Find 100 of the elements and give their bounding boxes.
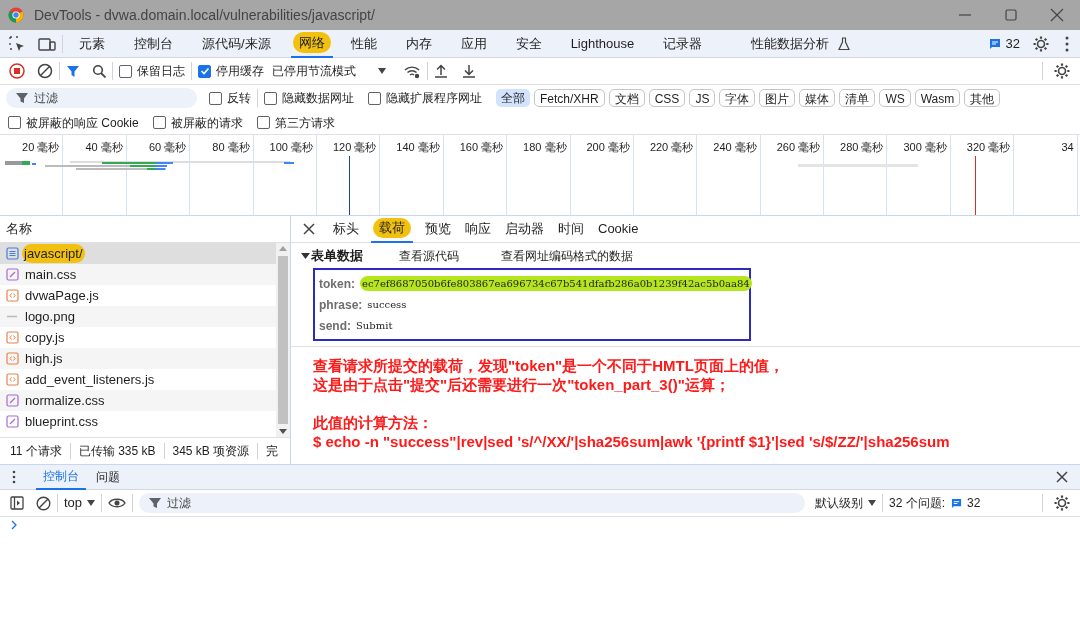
type-filter-chip[interactable]: WS: [879, 89, 911, 107]
drawer-tab[interactable]: 控制台: [36, 464, 86, 490]
type-filter-chip[interactable]: 清单: [839, 89, 876, 107]
detail-tab[interactable]: 预览: [423, 215, 453, 243]
time-tick-label: 100 毫秒: [269, 140, 313, 155]
checkbox[interactable]: [119, 64, 132, 78]
record-button[interactable]: [9, 63, 25, 79]
close-icon[interactable]: [303, 223, 315, 235]
checkbox[interactable]: [209, 91, 222, 105]
filter-icon[interactable]: [66, 64, 80, 78]
type-filter-chip[interactable]: 其他: [964, 89, 1001, 107]
time-tick-label: 320 毫秒: [966, 140, 1011, 155]
inspect-icon[interactable]: [8, 34, 26, 53]
stylesheet-icon: [6, 394, 19, 407]
request-row[interactable]: normalize.css: [0, 390, 276, 411]
script-icon: [6, 331, 19, 344]
time-tick-label: 280 毫秒: [840, 140, 884, 155]
scrollbar[interactable]: [276, 243, 290, 437]
type-filter-chip[interactable]: Fetch/XHR: [534, 89, 605, 107]
field-value: ec7ef8687050b6fe803867ea696734c67b541dfafb286a0b1239f42ac5b0aa84: [360, 276, 752, 291]
status-text: 11 个请求: [10, 443, 62, 460]
checkbox-option[interactable]: 隐藏扩展程序网址: [368, 89, 482, 107]
scroll-down-icon[interactable]: [279, 427, 287, 435]
type-filter-chip[interactable]: CSS: [648, 89, 686, 107]
filter-field[interactable]: 过滤: [6, 88, 197, 108]
type-filter-chip[interactable]: JS: [689, 89, 716, 107]
view-link[interactable]: 查看源代码: [399, 246, 459, 265]
type-filter-chip[interactable]: 文档: [608, 89, 645, 107]
detail-tab[interactable]: 标头: [331, 215, 361, 243]
caret-icon: [301, 251, 310, 260]
window-title: DevTools - dvwa.domain.local/vulnerabilities/javascript/: [34, 5, 376, 25]
issues-badge[interactable]: 32: [951, 494, 981, 512]
type-filter-chip[interactable]: 字体: [719, 89, 756, 107]
script-icon: [6, 289, 19, 302]
time-tick-label: 160 毫秒: [459, 140, 504, 155]
time-tick-label: 220 毫秒: [649, 140, 694, 155]
settings-icon[interactable]: [1032, 34, 1050, 53]
filter-icon: [16, 92, 28, 104]
time-tick-label: 120 毫秒: [332, 140, 377, 155]
checkbox-option[interactable]: 第三方请求: [256, 113, 335, 132]
clear-icon[interactable]: [37, 63, 53, 79]
throttling-dropdown[interactable]: 已停用节流模式: [272, 62, 386, 80]
context-dropdown[interactable]: top: [64, 493, 96, 513]
panel-tab[interactable]: 性能数据分析: [749, 29, 832, 58]
type-filter-chip[interactable]: 媒体: [799, 89, 836, 107]
detail-tab[interactable]: 启动器: [503, 215, 546, 243]
checkbox-option[interactable]: 被屏蔽的请求: [152, 113, 243, 132]
eye-icon[interactable]: [108, 497, 127, 509]
type-filter-chip[interactable]: Wasm: [914, 89, 961, 107]
filter-field[interactable]: 过滤: [139, 493, 806, 513]
panel-tab[interactable]: 控制台: [132, 29, 175, 58]
settings-icon[interactable]: [1053, 494, 1071, 512]
search-icon[interactable]: [92, 64, 106, 78]
request-row[interactable]: logo.png: [0, 306, 276, 327]
request-row[interactable]: high.js: [0, 348, 276, 369]
detail-tab[interactable]: 响应: [463, 215, 493, 243]
log-level-dropdown[interactable]: 默认级别: [815, 494, 877, 512]
message-icon: [951, 497, 963, 509]
clear-icon[interactable]: [36, 495, 51, 511]
time-tick-label: 80 毫秒: [212, 140, 250, 155]
type-filter-chip[interactable]: 全部: [496, 89, 530, 107]
checkbox-option[interactable]: 保留日志: [119, 62, 185, 80]
upload-icon[interactable]: [434, 64, 448, 78]
panel-tab[interactable]: 安全: [513, 29, 544, 58]
view-link[interactable]: 查看网址编码格式的数据: [501, 246, 633, 265]
status-text: 已传输 335 kB: [78, 443, 156, 460]
section-header[interactable]: 表单数据: [301, 245, 363, 266]
flask-icon: [837, 36, 852, 51]
checkbox[interactable]: [198, 64, 211, 78]
panel-tab[interactable]: 源代码/来源: [200, 29, 273, 58]
type-filter-chip[interactable]: 图片: [759, 89, 796, 107]
download-icon[interactable]: [462, 64, 476, 78]
detail-tab[interactable]: Cookie: [596, 215, 641, 243]
checkbox-option[interactable]: 停用缓存: [198, 62, 264, 80]
close-icon[interactable]: [1056, 471, 1068, 483]
panel-tab[interactable]: 内存: [403, 29, 434, 58]
checkbox[interactable]: [368, 91, 381, 105]
request-row[interactable]: main.css: [0, 264, 276, 285]
sidebar-toggle-icon[interactable]: [10, 496, 24, 510]
checkbox[interactable]: [256, 116, 270, 129]
annotation-text: 查看请求所提交的载荷，发现"token"是一个不同于HMTL页面上的值，: [313, 356, 785, 375]
panel-tab[interactable]: 记录器: [661, 29, 705, 58]
detail-tab[interactable]: 时间: [556, 215, 586, 243]
settings-icon[interactable]: [1053, 62, 1071, 80]
more-options-icon[interactable]: [1064, 34, 1070, 53]
checkbox[interactable]: [152, 116, 166, 129]
panel-tab[interactable]: 元素: [77, 29, 107, 58]
issues-badge[interactable]: 32: [988, 33, 1020, 54]
more-options-icon[interactable]: [12, 470, 16, 484]
checkbox[interactable]: [8, 116, 21, 129]
drawer-tab[interactable]: 问题: [89, 464, 127, 490]
panel-tab[interactable]: 应用: [458, 29, 489, 58]
checkbox-option[interactable]: 被屏蔽的响应 Cookie: [8, 113, 139, 132]
checkbox[interactable]: [264, 91, 277, 105]
checkbox-option[interactable]: 隐藏数据网址: [264, 89, 354, 107]
panel-tab[interactable]: 性能: [348, 29, 379, 58]
prompt-chevron-icon: [11, 520, 18, 530]
checkbox-option[interactable]: 反转: [209, 89, 251, 107]
request-row[interactable]: javascript/: [0, 243, 276, 264]
panel-tab[interactable]: Lighthouse: [568, 29, 637, 58]
